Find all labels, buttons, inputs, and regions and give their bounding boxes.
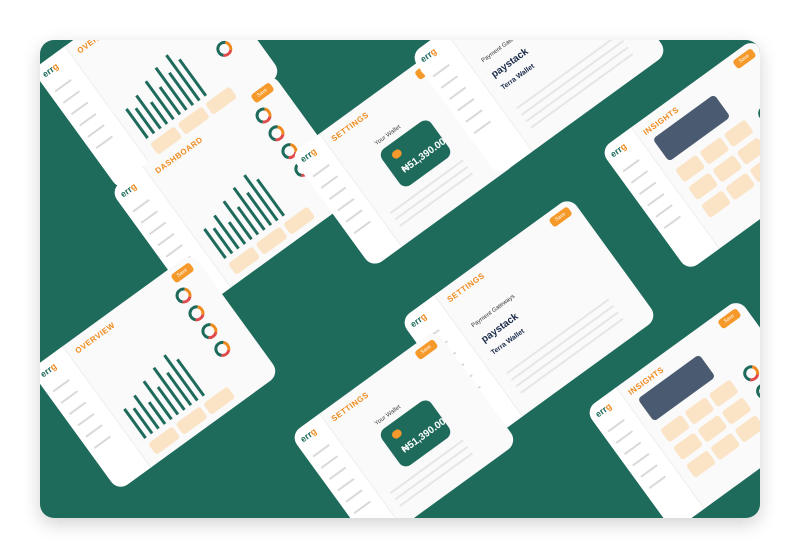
summary-tile (227, 246, 261, 276)
sidebar-nav-item[interactable] (345, 489, 363, 503)
sidebar-nav-item[interactable] (68, 401, 87, 416)
wallet-chip (390, 428, 404, 441)
stat-ring (172, 284, 195, 307)
sidebar-nav-item[interactable] (165, 244, 183, 258)
stat-ring (213, 40, 236, 61)
summary-tile (147, 426, 181, 456)
settings-row (515, 311, 619, 388)
sidebar-nav-item[interactable] (132, 198, 150, 213)
save-button[interactable]: Save (548, 206, 573, 228)
wallet-chip (390, 148, 404, 161)
sidebar-nav-item[interactable] (85, 424, 103, 438)
settings-row (525, 46, 629, 123)
showcase-frame: errgOVERVIEWSaveerrgDASHBOARDSaveerrgSET… (40, 40, 760, 518)
sidebar-nav-item[interactable] (320, 175, 339, 189)
wallet-card: ₦51,390.00 (377, 397, 454, 470)
settings-row (520, 40, 624, 116)
sidebar-nav-item[interactable] (638, 181, 657, 196)
page-title: SETTINGS (329, 110, 371, 144)
sidebar-nav-item[interactable] (353, 500, 371, 514)
sidebar-nav-item[interactable] (60, 390, 79, 404)
save-button[interactable]: Save (413, 338, 439, 361)
settings-row (529, 53, 634, 129)
sidebar-nav-item[interactable] (630, 170, 649, 184)
stat-ring (185, 302, 208, 325)
sidebar-nav-item[interactable] (655, 204, 673, 218)
summary-tile (255, 226, 288, 256)
sidebar-nav-item[interactable] (337, 197, 355, 212)
sidebar-nav-item[interactable] (615, 430, 634, 444)
sidebar-nav-item[interactable] (95, 135, 113, 149)
summary-tile (175, 406, 208, 436)
wallet-card: ₦51,390.00 (377, 117, 454, 190)
page-title: OVERVIEW (76, 40, 119, 56)
wallet-amount: ₦51,390.00 (399, 136, 449, 176)
brand-logo: errg (608, 141, 628, 159)
brand-logo: errg (40, 61, 60, 79)
sidebar-nav-item[interactable] (448, 86, 467, 101)
stat-ring (198, 319, 221, 343)
save-button[interactable]: Save (716, 307, 742, 330)
sidebar-nav-item[interactable] (312, 163, 330, 178)
insight-ring (740, 362, 760, 385)
brand-logo: errg (408, 311, 428, 329)
sidebar-nav-item[interactable] (77, 412, 95, 427)
sidebar-nav-item[interactable] (647, 192, 665, 207)
mockup-collage: errgOVERVIEWSaveerrgDASHBOARDSaveerrgSET… (40, 40, 760, 518)
sidebar-nav-item[interactable] (148, 221, 167, 236)
sidebar-nav-item[interactable] (328, 186, 347, 201)
brand-logo: errg (40, 361, 58, 379)
insight-ring (755, 102, 760, 125)
insight-ring (753, 379, 760, 403)
sidebar: errg (40, 345, 152, 492)
save-button[interactable]: Save (249, 81, 275, 104)
sidebar-nav-item[interactable] (62, 90, 81, 104)
brand-logo: errg (298, 146, 318, 164)
stat-ring (211, 337, 234, 361)
page-title: SETTINGS (445, 270, 487, 305)
sidebar-nav-item[interactable] (607, 418, 625, 433)
wallet-amount: ₦51,390.00 (399, 416, 449, 456)
sidebar-nav-item[interactable] (79, 112, 97, 127)
summary-tile (282, 206, 316, 236)
sidebar-nav-item[interactable] (93, 435, 111, 449)
sidebar-nav-item[interactable] (140, 210, 159, 224)
sidebar-nav-item[interactable] (328, 466, 347, 481)
sidebar-nav-item[interactable] (52, 378, 70, 393)
save-button[interactable]: Save (731, 47, 757, 70)
settings-row (510, 305, 614, 381)
page-title: OVERVIEW (73, 320, 117, 356)
brand-logo: errg (418, 46, 438, 64)
sidebar-nav-item[interactable] (353, 220, 371, 234)
stat-ring (252, 104, 275, 127)
stat-ring (265, 122, 288, 145)
sidebar-nav-item[interactable] (432, 63, 450, 78)
sidebar-nav-item[interactable] (337, 477, 355, 492)
sidebar-nav-item[interactable] (663, 215, 681, 229)
sidebar-nav-item[interactable] (320, 455, 339, 469)
sidebar-nav-item[interactable] (312, 443, 330, 458)
sidebar-nav-item[interactable] (623, 441, 642, 456)
sidebar-nav-item[interactable] (457, 97, 475, 112)
sidebar-nav-item[interactable] (87, 124, 105, 138)
sidebar-nav-item[interactable] (54, 78, 72, 93)
sidebar-nav-item[interactable] (632, 452, 650, 467)
sidebar-nav-item[interactable] (345, 209, 363, 223)
sidebar-nav-item[interactable] (622, 158, 640, 173)
save-button[interactable]: Save (169, 261, 195, 284)
sidebar-nav-item[interactable] (473, 120, 491, 134)
page-title: SETTINGS (329, 390, 371, 424)
settings-row (519, 318, 624, 394)
brand-logo: errg (298, 426, 318, 444)
summary-tile (202, 386, 236, 416)
brand-logo: errg (593, 401, 613, 419)
brand-logo: errg (118, 181, 138, 199)
sidebar-nav-item[interactable] (648, 475, 666, 489)
app-screen-card: errg OVERVIEW Save (40, 252, 280, 492)
sidebar-nav-item[interactable] (465, 109, 483, 123)
sidebar-nav-item[interactable] (70, 101, 89, 116)
sidebar-nav-item[interactable] (157, 232, 175, 247)
sidebar-nav-item[interactable] (440, 75, 459, 89)
sidebar-nav-item[interactable] (640, 464, 658, 478)
